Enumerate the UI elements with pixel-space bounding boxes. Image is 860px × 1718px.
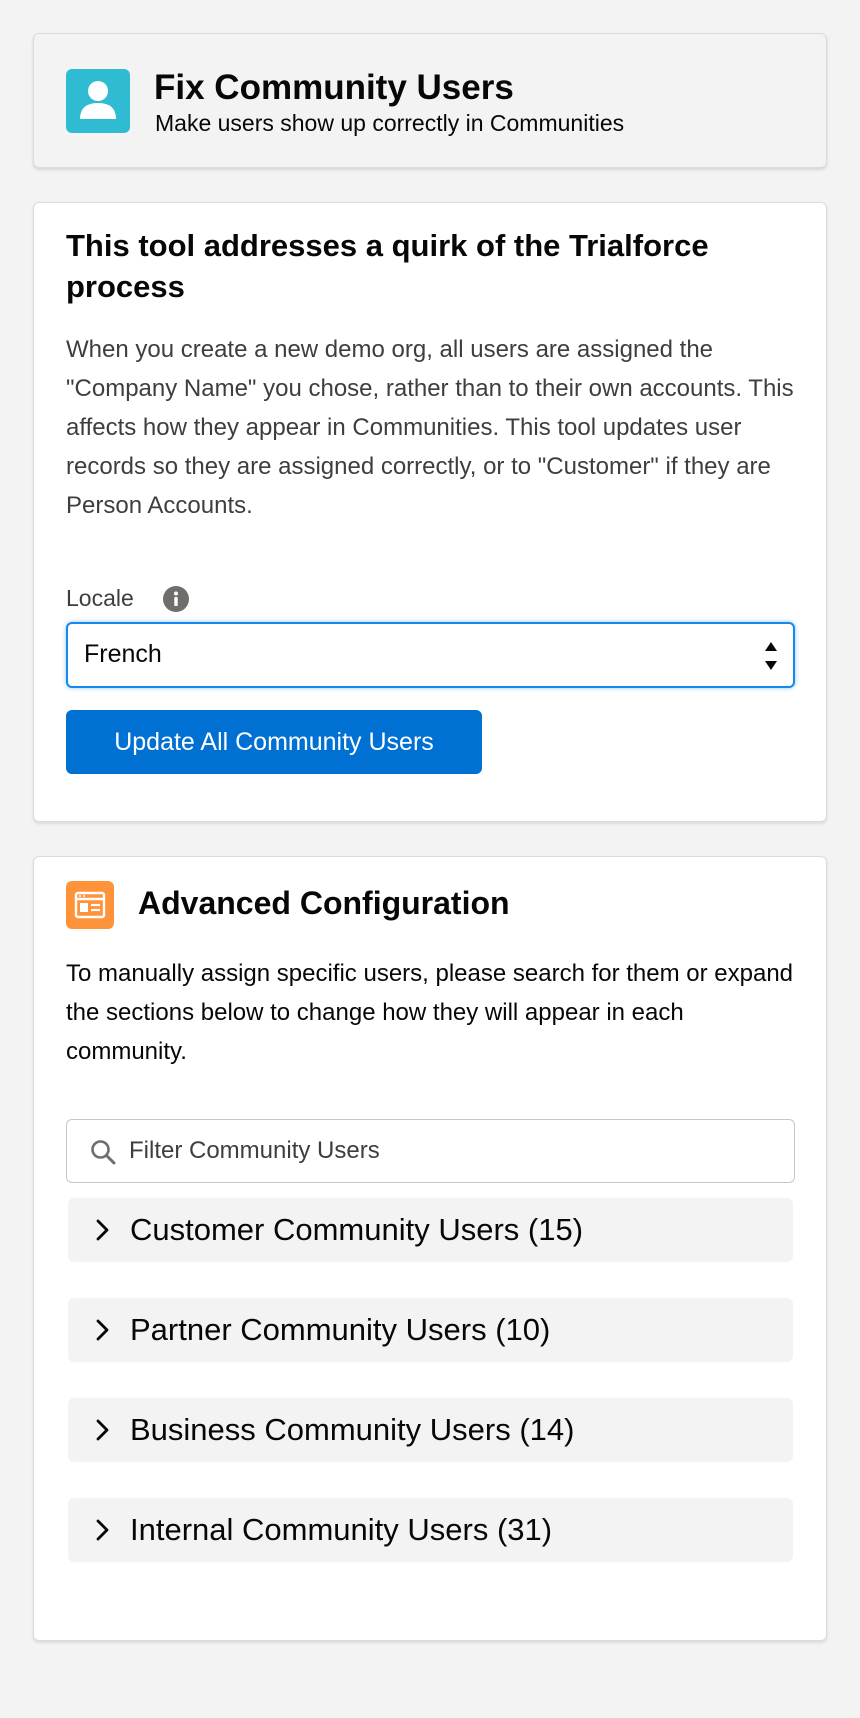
section-internal-community-users[interactable]: Internal Community Users (31) [68,1498,793,1562]
update-all-button[interactable]: Update All Community Users [66,710,482,774]
tool-description: When you create a new demo org, all user… [66,336,794,519]
header-card: Fix Community Users Make users show up c… [33,33,827,168]
section-label: Partner Community Users (10) [130,1312,551,1347]
user-icon [66,69,130,133]
locale-selected-value: French [84,640,162,668]
chevron-right-icon [88,1216,116,1244]
section-customer-community-users[interactable]: Customer Community Users (15) [68,1198,793,1262]
advanced-description: To manually assign specific users, pleas… [66,960,794,1065]
tool-heading: This tool addresses a quirk of the Trial… [66,228,709,304]
chevron-right-icon [88,1416,116,1444]
section-business-community-users[interactable]: Business Community Users (14) [68,1398,793,1462]
filter-input[interactable] [129,1130,779,1172]
section-label: Internal Community Users (31) [130,1512,553,1547]
page: Fix Community Users Make users show up c… [0,0,860,1718]
section-label: Business Community Users (14) [130,1412,575,1447]
info-icon[interactable] [162,585,190,613]
search-icon [89,1138,117,1166]
tool-card: This tool addresses a quirk of the Trial… [33,202,827,822]
section-label: Customer Community Users (15) [130,1212,584,1247]
chevron-right-icon [88,1516,116,1544]
section-partner-community-users[interactable]: Partner Community Users (10) [68,1298,793,1362]
advanced-config-card: Advanced Configuration To manually assig… [33,856,827,1641]
filter-box [66,1119,795,1183]
advanced-title: Advanced Configuration [138,885,510,921]
locale-label: Locale [66,585,134,611]
page-subtitle: Make users show up correctly in Communit… [155,110,625,136]
contact-card-icon [66,881,114,929]
page-title: Fix Community Users [154,68,514,107]
chevron-right-icon [88,1316,116,1344]
locale-select[interactable]: French [66,622,795,688]
sort-arrows-icon [763,638,779,674]
